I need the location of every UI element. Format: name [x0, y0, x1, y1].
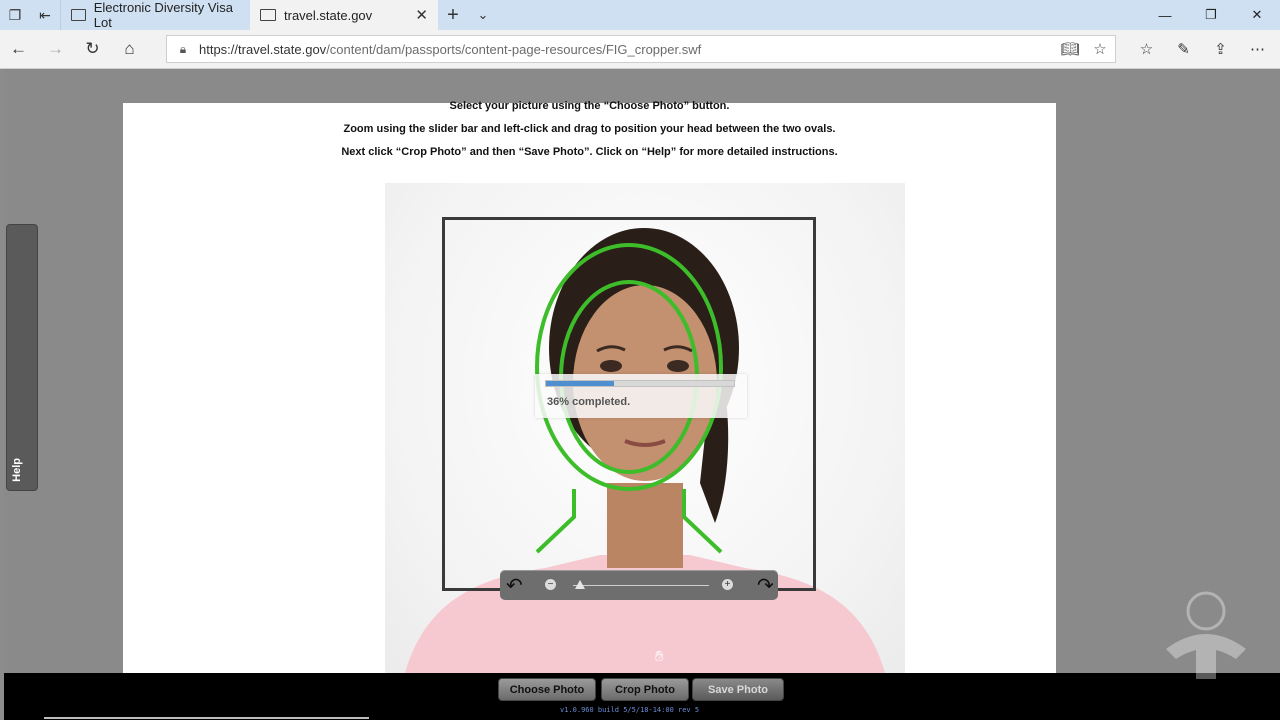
instruction-line-2: Zoom using the slider bar and left-click…	[343, 123, 836, 135]
restore-button[interactable]: ❐	[1188, 0, 1234, 30]
help-tab[interactable]: Help	[6, 224, 38, 491]
tab-diversity-visa[interactable]: Electronic Diversity Visa Lot	[60, 0, 250, 30]
share-icon[interactable]: ⇪	[1202, 40, 1239, 58]
new-tab-button[interactable]: +	[438, 4, 468, 27]
close-window-button[interactable]: ✕	[1234, 0, 1280, 30]
set-aside-tabs-icon[interactable]: ⇤	[30, 0, 60, 30]
progress-label: 36% completed.	[547, 396, 631, 408]
favorites-hub-icon[interactable]: ☆	[1128, 40, 1165, 58]
progress-fill	[546, 381, 614, 386]
reading-view-icon[interactable]: 📖︎	[1055, 40, 1085, 58]
help-label: Help	[11, 458, 23, 482]
home-button[interactable]: ⌂	[111, 30, 148, 68]
save-photo-button[interactable]: Save Photo	[692, 678, 784, 701]
rotate-left-icon[interactable]: ↶	[506, 573, 523, 598]
rotate-right-icon[interactable]: ↷	[757, 573, 774, 598]
zoom-control: ↶ − + ↷	[500, 570, 778, 600]
choose-photo-button[interactable]: Choose Photo	[498, 678, 596, 701]
refresh-button[interactable]: ↻	[74, 30, 111, 68]
build-version: v1.0.960 build 5/5/18-14:00 rev 5	[560, 706, 700, 714]
progress-bar	[545, 380, 735, 387]
instruction-line-1: Select your picture using the “Choose Ph…	[449, 100, 730, 112]
us-seal-watermark	[1166, 591, 1246, 679]
tab-list-icon[interactable]: ❐	[0, 0, 30, 30]
horizontal-scrollbar[interactable]	[44, 717, 369, 719]
forward-button[interactable]: →	[37, 30, 74, 68]
zoom-slider[interactable]	[573, 585, 709, 586]
lock-icon: 🔒︎	[179, 41, 187, 56]
crop-photo-button[interactable]: Crop Photo	[601, 678, 689, 701]
page-favicon-icon	[71, 9, 86, 21]
flash-content-area: Select your picture using the “Choose Ph…	[4, 69, 1280, 720]
tab-title: Electronic Diversity Visa Lot	[93, 0, 233, 30]
instruction-line-3: Next click “Crop Photo” and then “Save P…	[341, 146, 838, 158]
zoom-out-icon[interactable]: −	[545, 579, 556, 590]
zoom-in-icon[interactable]: +	[722, 579, 733, 590]
hand-cursor-icon: ✋︎	[655, 648, 664, 665]
favorite-star-icon[interactable]: ☆	[1085, 40, 1115, 58]
close-tab-icon[interactable]: ✕	[415, 6, 428, 24]
action-bar: Choose Photo Crop Photo Save Photo v1.0.…	[4, 673, 1280, 720]
address-bar[interactable]: 🔒︎ https://travel.state.gov/content/dam/…	[166, 35, 1116, 63]
more-menu-icon[interactable]: ⋯	[1239, 40, 1276, 58]
zoom-slider-thumb[interactable]	[574, 580, 585, 589]
page-favicon-icon	[260, 9, 276, 21]
upload-progress-dialog: 36% completed.	[535, 374, 747, 418]
cropper-panel: Select your picture using the “Choose Ph…	[123, 100, 1056, 673]
tab-preview-chevron-icon[interactable]: ⌄	[468, 7, 498, 23]
navigation-bar: ← → ↻ ⌂ 🔒︎ https://travel.state.gov/cont…	[0, 30, 1280, 69]
tab-title: travel.state.gov	[284, 7, 373, 23]
minimize-button[interactable]: —	[1142, 0, 1188, 30]
tab-travel-state-gov[interactable]: travel.state.gov ✕	[250, 0, 438, 30]
url-text[interactable]: https://travel.state.gov/content/dam/pas…	[199, 42, 1055, 57]
web-note-icon[interactable]: ✎	[1165, 40, 1202, 58]
tab-bar: ❐ ⇤ Electronic Diversity Visa Lot travel…	[0, 0, 1280, 30]
back-button[interactable]: ←	[0, 30, 37, 68]
